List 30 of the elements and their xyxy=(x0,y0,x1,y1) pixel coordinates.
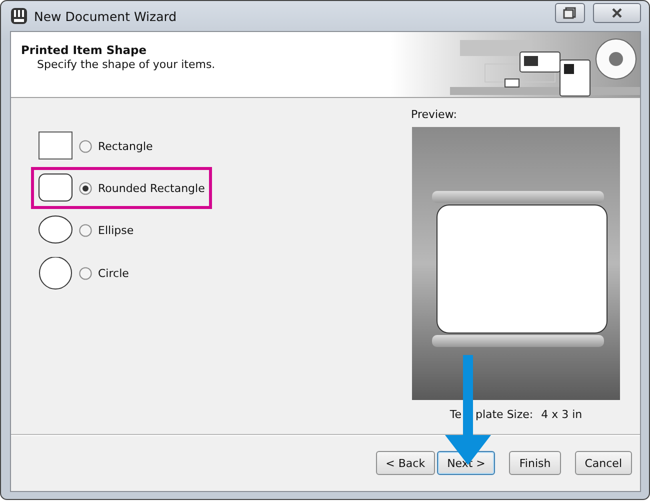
page-subtitle: Specify the shape of your items. xyxy=(37,58,216,71)
preview-label: Preview: xyxy=(411,108,457,121)
ellipse-shape-icon xyxy=(38,215,73,245)
shape-label: Rounded Rectangle xyxy=(98,182,205,194)
radio-button[interactable] xyxy=(79,224,92,236)
shape-label: Circle xyxy=(98,267,129,280)
radio-button[interactable] xyxy=(79,182,92,194)
template-size-label-start: Te xyxy=(450,408,462,421)
wizard-button[interactable]: < Back xyxy=(376,451,436,475)
window-title: New Document Wizard xyxy=(34,8,177,24)
shape-option[interactable]: Rectangle xyxy=(31,125,208,167)
wizard-button[interactable]: Cancel xyxy=(574,451,632,475)
rectangle-shape-icon xyxy=(38,131,73,161)
close-button[interactable] xyxy=(593,3,641,23)
wizard-button[interactable]: Finish xyxy=(509,451,561,475)
shape-label: Rectangle xyxy=(98,140,153,152)
template-size-label-end: plate Size: xyxy=(475,408,534,421)
close-icon xyxy=(611,8,623,18)
shape-option[interactable]: Circle xyxy=(31,251,208,296)
app-icon xyxy=(10,7,28,25)
rounded-shape-icon xyxy=(38,173,73,203)
page-title: Printed Item Shape xyxy=(21,43,148,57)
shape-label: Ellipse xyxy=(98,224,134,236)
template-size-value: 4 x 3 in xyxy=(541,408,582,421)
radio-button[interactable] xyxy=(79,140,92,152)
circle-shape-icon xyxy=(38,257,73,290)
shape-option[interactable]: Ellipse xyxy=(31,209,208,251)
restore-button[interactable] xyxy=(555,3,585,23)
restore-icon xyxy=(563,7,577,19)
radio-button[interactable] xyxy=(79,267,92,280)
